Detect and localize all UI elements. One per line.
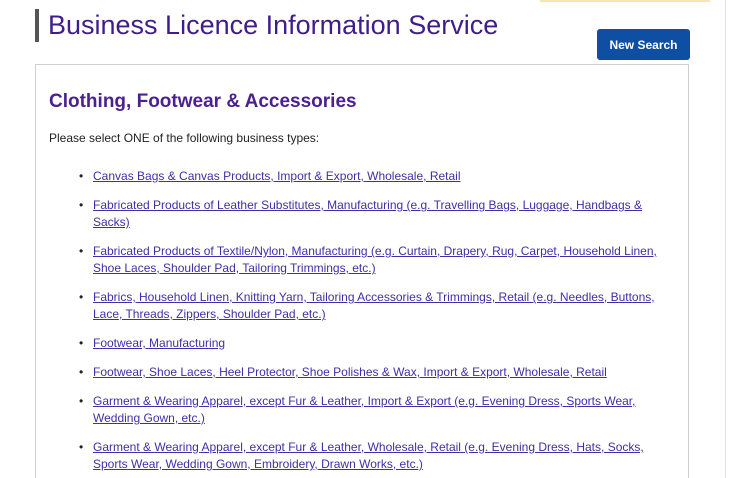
- business-type-link[interactable]: Canvas Bags & Canvas Products, Import & …: [93, 169, 461, 183]
- bullet-icon: •: [79, 290, 84, 304]
- page-right-border: [725, 0, 726, 478]
- list-item: • Canvas Bags & Canvas Products, Import …: [79, 168, 679, 185]
- bullet-icon: •: [79, 198, 84, 212]
- bullet-icon: •: [79, 394, 84, 408]
- business-type-link[interactable]: Fabrics, Household Linen, Knitting Yarn,…: [93, 290, 655, 321]
- new-search-button[interactable]: New Search: [597, 29, 690, 60]
- business-type-link[interactable]: Footwear, Manufacturing: [93, 336, 225, 350]
- business-type-link[interactable]: Garment & Wearing Apparel, except Fur & …: [93, 394, 635, 425]
- list-item: • Fabricated Products of Leather Substit…: [79, 197, 679, 231]
- list-item: • Fabricated Products of Textile/Nylon, …: [79, 243, 679, 277]
- business-type-list: • Canvas Bags & Canvas Products, Import …: [79, 168, 679, 478]
- business-type-link[interactable]: Garment & Wearing Apparel, except Fur & …: [93, 440, 644, 471]
- site-title: Business Licence Information Service: [48, 10, 499, 40]
- page: Business Licence Information Service New…: [0, 0, 750, 478]
- list-item: • Garment & Wearing Apparel, except Fur …: [79, 393, 679, 427]
- list-item: • Footwear, Manufacturing: [79, 335, 679, 352]
- bullet-icon: •: [79, 169, 84, 183]
- category-heading: Clothing, Footwear & Accessories: [49, 91, 357, 112]
- top-accent-strip: [540, 0, 710, 2]
- list-item: • Fabrics, Household Linen, Knitting Yar…: [79, 289, 679, 323]
- title-accent-bar: [35, 9, 39, 42]
- bullet-icon: •: [79, 336, 84, 350]
- selection-instruction: Please select ONE of the following busin…: [49, 131, 320, 145]
- list-item: • Garment & Wearing Apparel, except Fur …: [79, 439, 679, 473]
- bullet-icon: •: [79, 244, 84, 258]
- business-type-link[interactable]: Fabricated Products of Textile/Nylon, Ma…: [93, 244, 657, 275]
- bullet-icon: •: [79, 365, 84, 379]
- business-type-link[interactable]: Fabricated Products of Leather Substitut…: [93, 198, 642, 229]
- business-type-link[interactable]: Footwear, Shoe Laces, Heel Protector, Sh…: [93, 365, 607, 379]
- bullet-icon: •: [79, 440, 84, 454]
- list-item: • Footwear, Shoe Laces, Heel Protector, …: [79, 364, 679, 381]
